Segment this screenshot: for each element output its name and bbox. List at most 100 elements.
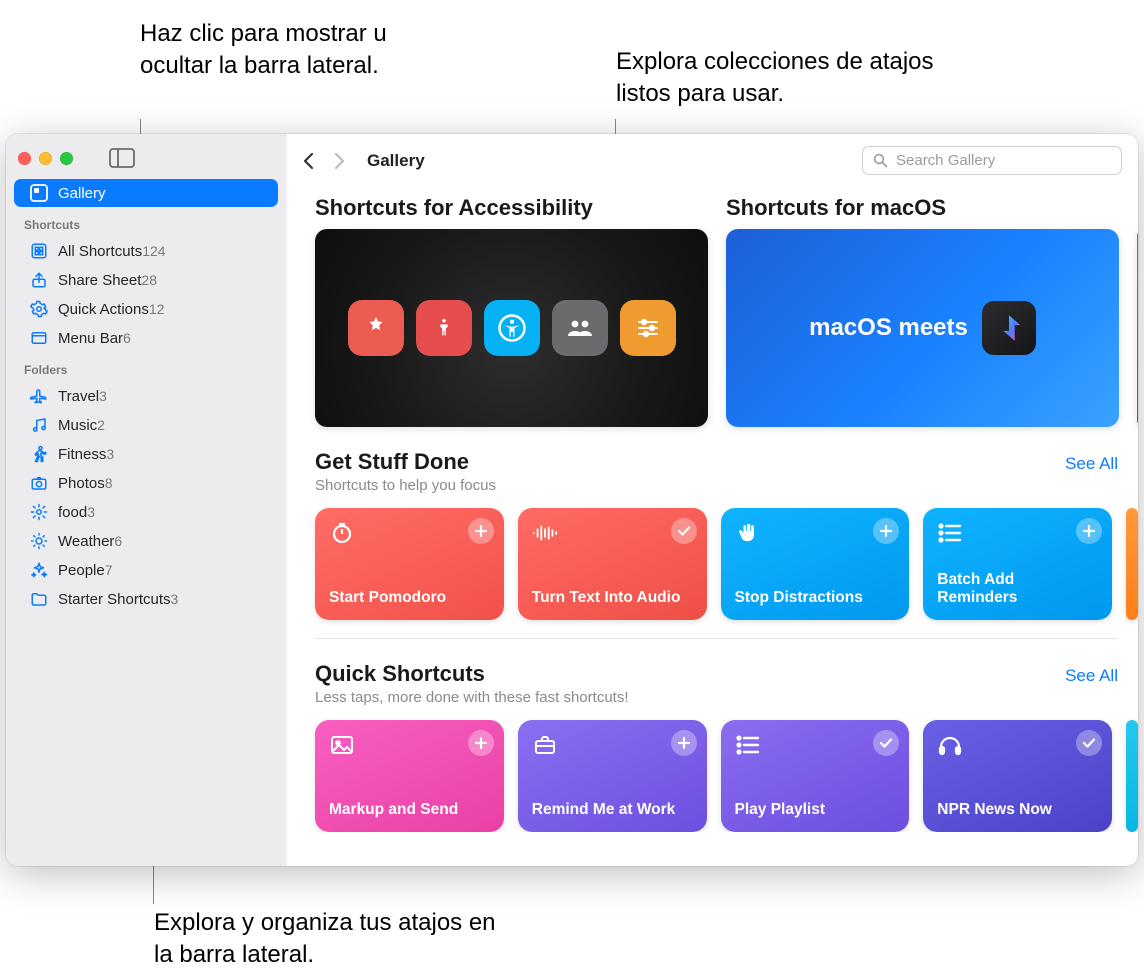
fitness-icon [28,445,50,463]
brief-icon [532,732,558,758]
sidebar-item-label: Weather [58,533,114,550]
hand-icon [735,520,761,546]
shortcut-tile-peek[interactable] [1126,508,1138,620]
sidebar-toggle-button[interactable] [109,148,135,168]
tile-label: Start Pomodoro [329,589,490,608]
sidebar-item-label: Photos [58,475,105,492]
add-button[interactable] [873,518,899,544]
add-button[interactable] [468,730,494,756]
search-input[interactable]: Search Gallery [862,146,1122,175]
zoom-button[interactable] [60,152,73,165]
sidebar: Gallery Shortcuts All Shortcuts 124 Shar… [6,134,286,866]
minimize-button[interactable] [39,152,52,165]
see-all-link[interactable]: See All [1065,454,1118,474]
sidebar-item-label: People [58,562,105,579]
share-icon [28,271,50,289]
shortcuts-app-icon [982,301,1036,355]
sidebar-item-food[interactable]: food 3 [14,498,278,526]
sidebar-item-label: Share Sheet [58,272,141,289]
hero-accessibility-card[interactable] [315,229,708,427]
sidebar-item-count: 124 [142,243,165,259]
nav-back-button[interactable] [303,152,315,170]
sidebar-section-shortcuts: Shortcuts [6,208,286,236]
image-icon [329,732,355,758]
sidebar-item-label: food [58,504,87,521]
search-placeholder: Search Gallery [896,152,995,169]
sidebar-item-count: 8 [105,475,113,491]
shortcut-tile-npr-news-now[interactable]: NPR News Now [923,720,1112,832]
sidebar-item-starter-shortcuts[interactable]: Starter Shortcuts 3 [14,585,278,613]
sidebar-item-weather[interactable]: Weather 6 [14,527,278,555]
callout-sidebar-toggle: Haz clic para mostrar u ocultar la barra… [140,18,400,83]
grid-icon [28,242,50,260]
sidebar-item-count: 6 [114,533,122,549]
sidebar-item-photos[interactable]: Photos 8 [14,469,278,497]
sidebar-item-count: 6 [123,330,131,346]
shortcut-tile-turn-text-into-audio[interactable]: Turn Text Into Audio [518,508,707,620]
main-content: Gallery Search Gallery Shortcuts for Acc… [286,134,1138,866]
tile-label: Remind Me at Work [532,801,693,820]
sidebar-item-fitness[interactable]: Fitness 3 [14,440,278,468]
sidebar-item-gallery[interactable]: Gallery [14,179,278,207]
shortcut-tile-start-pomodoro[interactable]: Start Pomodoro [315,508,504,620]
gear-icon [28,300,50,318]
sidebar-item-count: 2 [97,417,105,433]
shortcut-tile-batch-add-reminders[interactable]: Batch Add Reminders [923,508,1112,620]
sidebar-item-people[interactable]: People 7 [14,556,278,584]
add-button[interactable] [1076,518,1102,544]
timer-icon [329,520,355,546]
hero-macos-card[interactable]: macOS meets [726,229,1119,427]
wave-icon [532,520,558,546]
close-button[interactable] [18,152,31,165]
sidebar-item-music[interactable]: Music 2 [14,411,278,439]
menubar-icon [28,329,50,347]
callout-organize: Explora y organiza tus atajos en la barr… [154,907,514,972]
tile-label: Turn Text Into Audio [532,589,693,608]
sidebar-item-label: Fitness [58,446,106,463]
nav-forward-button[interactable] [333,152,345,170]
folder-icon [28,590,50,608]
shortcut-tile-stop-distractions[interactable]: Stop Distractions [721,508,910,620]
section-subtitle: Less taps, more done with these fast sho… [315,689,629,706]
hero-b-text: macOS meets [809,314,968,342]
breadcrumb: Gallery [367,151,425,171]
sparkle-icon [28,561,50,579]
toolbar: Gallery Search Gallery [287,134,1138,185]
plane-icon [28,387,50,405]
camera-icon [28,474,50,492]
shortcut-tile-remind-me-at-work[interactable]: Remind Me at Work [518,720,707,832]
hero-c-card[interactable] [1137,229,1138,427]
sidebar-item-menu-bar[interactable]: Menu Bar 6 [14,324,278,352]
list-icon [735,732,761,758]
music-icon [28,416,50,434]
section-subtitle: Shortcuts to help you focus [315,477,496,494]
list-icon [937,520,963,546]
section-title: Quick Shortcuts [315,661,629,687]
head-icon [937,732,963,758]
sidebar-item-travel[interactable]: Travel 3 [14,382,278,410]
sidebar-item-label: Menu Bar [58,330,123,347]
see-all-link[interactable]: See All [1065,666,1118,686]
add-button[interactable] [671,730,697,756]
sidebar-item-quick-actions[interactable]: Quick Actions 12 [14,295,278,323]
shortcut-tile-play-playlist[interactable]: Play Playlist [721,720,910,832]
sidebar-item-all-shortcuts[interactable]: All Shortcuts 124 [14,237,278,265]
sidebar-item-count: 3 [106,446,114,462]
window-controls [18,152,73,165]
add-button[interactable] [468,518,494,544]
shortcut-tile-peek[interactable] [1126,720,1138,832]
tile-label: Markup and Send [329,801,490,820]
sidebar-item-share-sheet[interactable]: Share Sheet 28 [14,266,278,294]
sidebar-section-folders: Folders [6,353,286,381]
callout-collections: Explora colecciones de atajos listos par… [616,46,956,111]
added-check-icon [873,730,899,756]
burst-icon [28,503,50,521]
sidebar-item-count: 7 [105,562,113,578]
sidebar-item-count: 3 [87,504,95,520]
sidebar-item-label: Gallery [58,185,264,202]
added-check-icon [671,518,697,544]
sidebar-item-label: Travel [58,388,99,405]
shortcut-tile-markup-and-send[interactable]: Markup and Send [315,720,504,832]
gallery-icon [28,184,50,202]
sidebar-item-count: 3 [171,591,179,607]
